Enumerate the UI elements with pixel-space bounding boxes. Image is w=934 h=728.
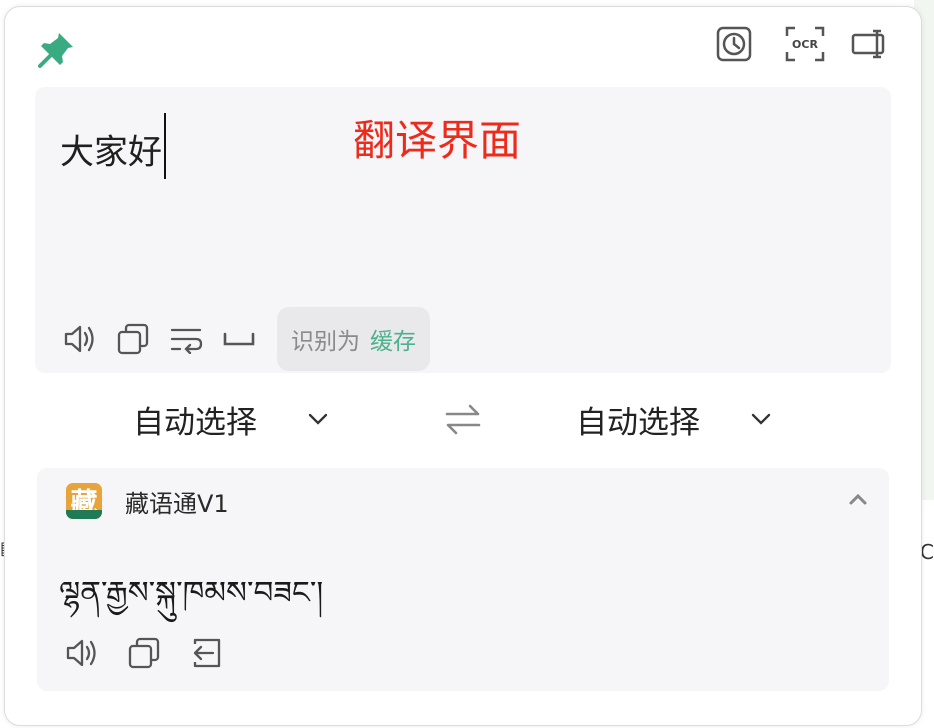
source-toolbar: 识别为 缓存 [61,307,430,371]
translation-window: OCR 大家好 翻译界面 识别为 缓存 自动选择 自动选择 藏 藏语通V1 ལྷ… [4,6,922,726]
detected-language-badge[interactable]: 识别为 缓存 [277,307,430,371]
space-icon[interactable] [220,320,258,358]
insert-icon[interactable] [187,634,225,672]
chevron-down-icon [307,412,329,426]
service-logo-band [66,510,102,519]
service-name: 藏语通V1 [125,490,229,518]
translation-output: ལྷན་རྒྱས་སྐུ་ཁམས་བཟང་། [59,575,324,611]
source-language-select[interactable]: 自动选择 [133,387,329,451]
annotation-label: 翻译界面 [353,116,522,165]
speaker-icon[interactable] [61,320,99,358]
detected-prefix: 识别为 [291,329,360,355]
chevron-down-icon [750,412,772,426]
chevron-up-icon[interactable] [847,490,869,508]
ocr-label: OCR [792,38,818,51]
copy-icon[interactable] [114,320,152,358]
language-bar: 自动选择 自动选择 [35,387,891,451]
target-language-label: 自动选择 [576,404,700,441]
side-panel-icon[interactable] [851,29,891,59]
pin-icon[interactable] [35,27,79,71]
source-input-panel[interactable]: 大家好 翻译界面 识别为 缓存 [35,87,891,373]
service-logo: 藏 [66,483,102,519]
target-language-select[interactable]: 自动选择 [576,387,772,451]
swap-icon[interactable] [443,399,483,439]
result-toolbar [63,634,249,672]
source-language-label: 自动选择 [133,404,257,441]
copy-icon[interactable] [125,634,163,672]
history-clock-icon[interactable] [715,25,753,63]
result-panel: 藏 藏语通V1 ལྷན་རྒྱས་སྐུ་ཁམས་བཟང་། [37,468,889,691]
ocr-icon[interactable]: OCR [785,25,825,63]
text-caret [164,113,166,179]
speaker-icon[interactable] [63,634,101,672]
background-edge-glyph-right: C [920,540,934,564]
wrap-text-icon[interactable] [167,320,205,358]
detected-language: 缓存 [370,329,416,355]
source-text: 大家好 [60,132,162,173]
source-text-input[interactable]: 大家好 [60,113,166,187]
